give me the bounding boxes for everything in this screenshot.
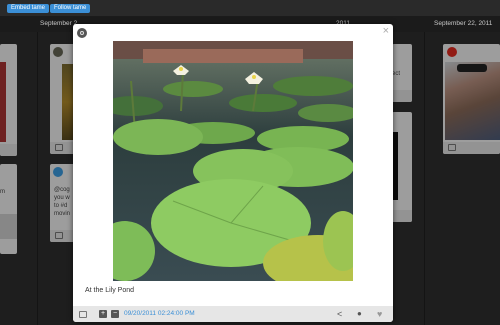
share-icon[interactable]: < xyxy=(337,309,342,319)
modal-footer: + − 09/20/2011 02:24:00 PM < ● ♥ xyxy=(73,306,393,322)
photo-modal: × At the Lily Pond + − 09/20/2011 02:24:… xyxy=(73,24,393,322)
remove-icon[interactable]: − xyxy=(111,310,119,318)
photo-image xyxy=(113,41,353,281)
date-label-right: September 22, 2011 xyxy=(434,20,493,27)
follow-tame-button[interactable]: Follow tame xyxy=(50,4,91,13)
heart-icon[interactable]: ♥ xyxy=(377,309,382,319)
top-toolbar: Embed tame Follow tame xyxy=(0,0,500,16)
add-icon[interactable]: + xyxy=(99,310,107,318)
photo-caption: At the Lily Pond xyxy=(85,287,135,294)
close-icon[interactable]: × xyxy=(383,25,389,37)
date-label-left: September 2 xyxy=(40,20,78,27)
comment-icon[interactable]: ● xyxy=(357,309,362,319)
lily-pond-photo xyxy=(113,41,353,281)
embed-tame-button[interactable]: Embed tame xyxy=(7,4,50,13)
camera-icon xyxy=(77,28,87,38)
post-timestamp: 09/20/2011 02:24:00 PM xyxy=(124,310,195,317)
lock-icon[interactable] xyxy=(79,311,87,318)
